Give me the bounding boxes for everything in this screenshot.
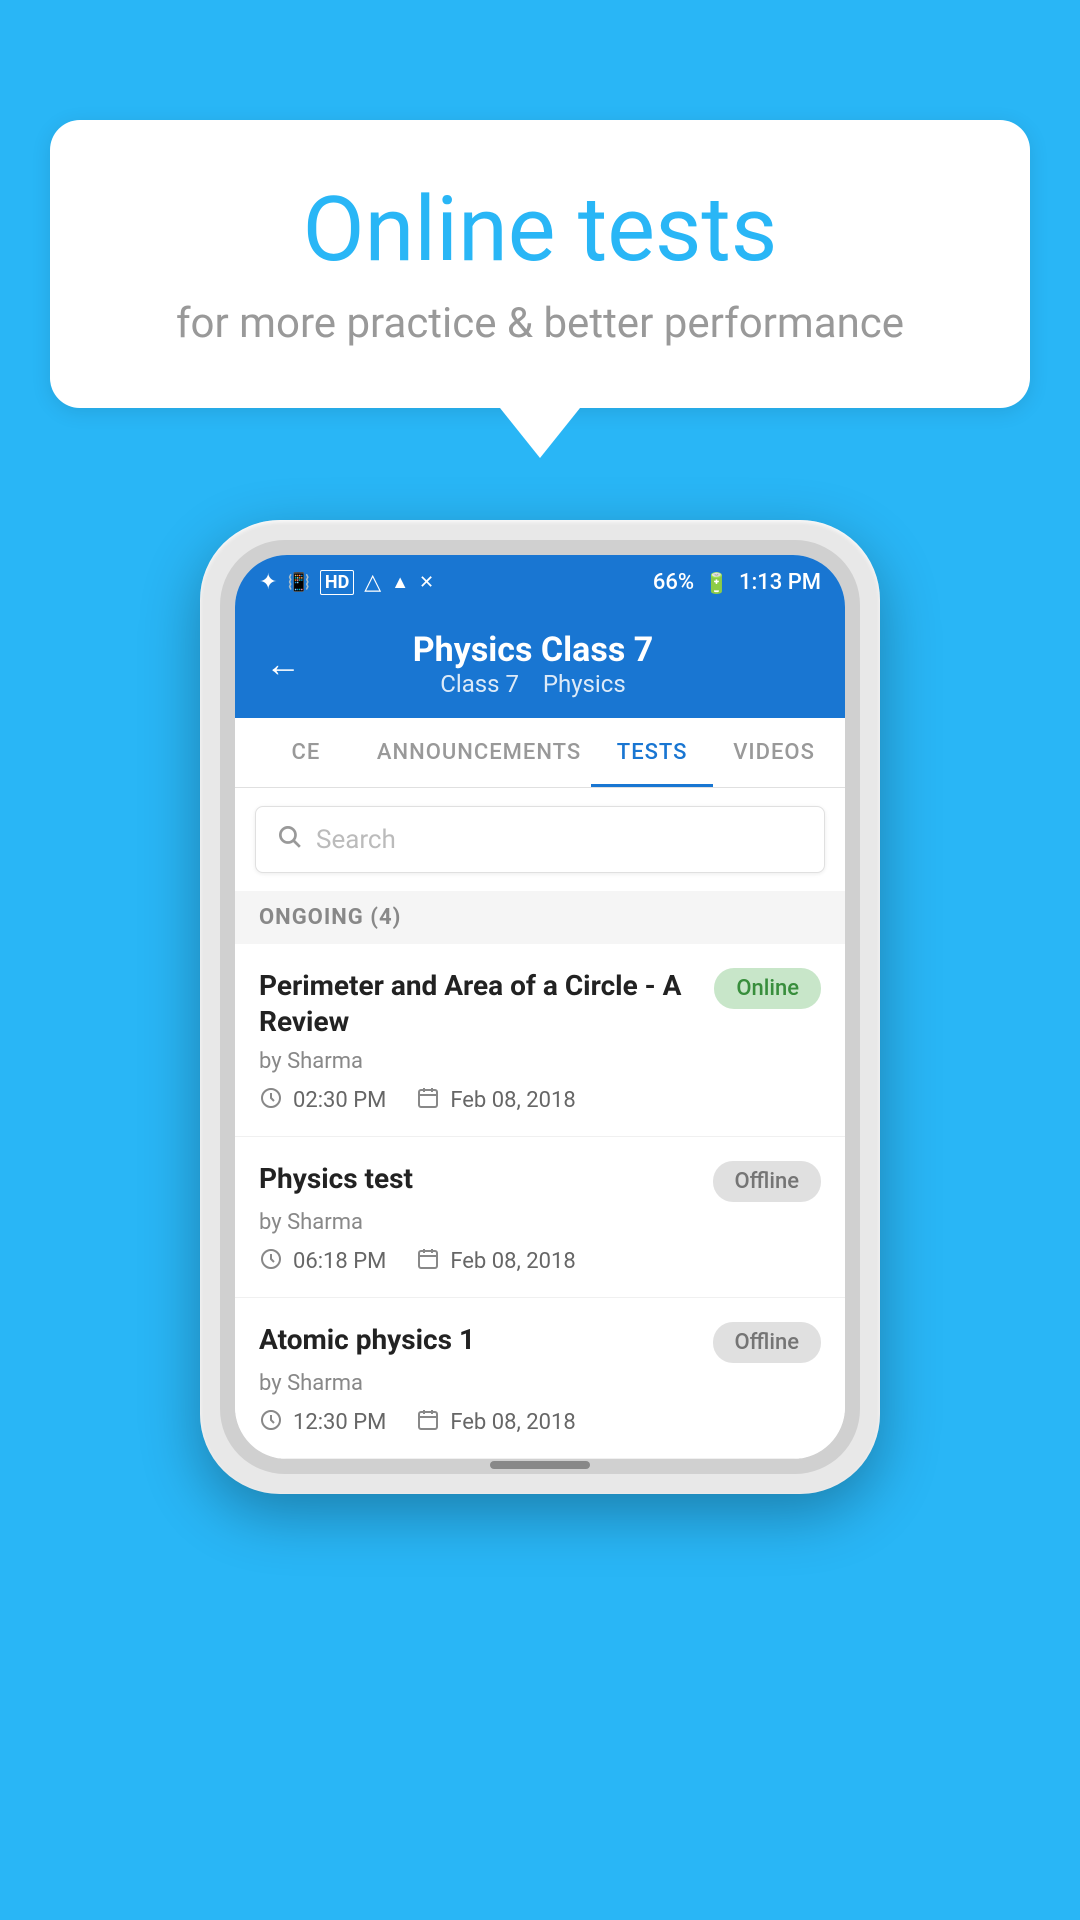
time-display: 1:13 PM bbox=[739, 570, 821, 595]
test-time: 02:30 PM bbox=[293, 1088, 386, 1113]
search-bar[interactable]: Search bbox=[255, 806, 825, 873]
calendar-icon bbox=[416, 1086, 440, 1116]
test-time: 12:30 PM bbox=[293, 1410, 386, 1435]
test-meta: 06:18 PM bbox=[259, 1247, 821, 1277]
test-date: Feb 08, 2018 bbox=[450, 1249, 575, 1274]
tab-videos[interactable]: VIDEOS bbox=[713, 718, 835, 787]
test-author: by Sharma bbox=[259, 1210, 821, 1235]
test-meta: 02:30 PM bbox=[259, 1086, 821, 1116]
bluetooth-icon: ✦ bbox=[259, 570, 277, 595]
app-bar-title-container: Physics Class 7 Class 7 Physics bbox=[321, 630, 745, 698]
no-signal-icon: ✕ bbox=[419, 572, 434, 593]
test-item[interactable]: Physics test Offline by Sharma bbox=[235, 1137, 845, 1298]
section-header-ongoing: ONGOING (4) bbox=[235, 891, 845, 944]
test-item-header: Atomic physics 1 Offline bbox=[259, 1322, 821, 1363]
status-badge-offline: Offline bbox=[713, 1161, 821, 1202]
clock-icon bbox=[259, 1086, 283, 1116]
date-meta: Feb 08, 2018 bbox=[416, 1408, 575, 1438]
promo-section: Online tests for more practice & better … bbox=[50, 120, 1030, 458]
tab-ce[interactable]: CE bbox=[245, 718, 367, 787]
test-date: Feb 08, 2018 bbox=[450, 1088, 575, 1113]
bubble-title: Online tests bbox=[130, 180, 950, 279]
test-title: Physics test bbox=[259, 1161, 697, 1197]
phone-inner: ✦ 📳 HD △ ▲ ✕ 6 bbox=[220, 540, 860, 1474]
status-bar: ✦ 📳 HD △ ▲ ✕ 6 bbox=[235, 555, 845, 610]
time-meta: 02:30 PM bbox=[259, 1086, 386, 1116]
tab-tests[interactable]: TESTS bbox=[591, 718, 713, 787]
status-bar-right: 66% 🔋 1:13 PM bbox=[653, 570, 821, 595]
calendar-icon bbox=[416, 1408, 440, 1438]
test-item-header: Perimeter and Area of a Circle - A Revie… bbox=[259, 968, 821, 1041]
speech-bubble: Online tests for more practice & better … bbox=[50, 120, 1030, 408]
status-badge-online: Online bbox=[714, 968, 821, 1009]
date-meta: Feb 08, 2018 bbox=[416, 1247, 575, 1277]
clock-icon bbox=[259, 1408, 283, 1438]
phone-mockup: ✦ 📳 HD △ ▲ ✕ 6 bbox=[200, 520, 880, 1494]
screen-content: ✦ 📳 HD △ ▲ ✕ 6 bbox=[235, 555, 845, 1459]
test-item-header: Physics test Offline bbox=[259, 1161, 821, 1202]
phone-outer: ✦ 📳 HD △ ▲ ✕ 6 bbox=[200, 520, 880, 1494]
tab-announcements[interactable]: ANNOUNCEMENTS bbox=[367, 718, 591, 787]
app-bar-subtitle: Class 7 Physics bbox=[321, 670, 745, 698]
subtitle-class: Class 7 bbox=[440, 670, 519, 698]
tab-bar: CE ANNOUNCEMENTS TESTS VIDEOS bbox=[235, 718, 845, 788]
bubble-arrow bbox=[500, 408, 580, 458]
date-meta: Feb 08, 2018 bbox=[416, 1086, 575, 1116]
search-placeholder: Search bbox=[316, 825, 396, 855]
calendar-icon bbox=[416, 1247, 440, 1277]
test-meta: 12:30 PM bbox=[259, 1408, 821, 1438]
time-meta: 12:30 PM bbox=[259, 1408, 386, 1438]
status-bar-left: ✦ 📳 HD △ ▲ ✕ bbox=[259, 570, 641, 595]
test-item[interactable]: Perimeter and Area of a Circle - A Revie… bbox=[235, 944, 845, 1137]
status-badge-offline: Offline bbox=[713, 1322, 821, 1363]
phone-screen: ✦ 📳 HD △ ▲ ✕ 6 bbox=[235, 555, 845, 1459]
subtitle-subject: Physics bbox=[543, 670, 626, 698]
clock-icon bbox=[259, 1247, 283, 1277]
bubble-subtitle: for more practice & better performance bbox=[130, 299, 950, 348]
app-bar: ← Physics Class 7 Class 7 Physics bbox=[235, 610, 845, 718]
test-title: Atomic physics 1 bbox=[259, 1322, 697, 1358]
battery-percent: 66% bbox=[653, 570, 694, 595]
wifi-icon: △ bbox=[364, 570, 381, 595]
test-date: Feb 08, 2018 bbox=[450, 1410, 575, 1435]
battery-icon: 🔋 bbox=[704, 571, 729, 595]
test-time: 06:18 PM bbox=[293, 1249, 386, 1274]
signal-icon: ▲ bbox=[391, 572, 409, 593]
test-author: by Sharma bbox=[259, 1049, 821, 1074]
test-title: Perimeter and Area of a Circle - A Revie… bbox=[259, 968, 698, 1041]
search-icon bbox=[276, 823, 302, 856]
hd-label: HD bbox=[320, 570, 354, 595]
back-button[interactable]: ← bbox=[265, 643, 301, 685]
app-bar-title: Physics Class 7 bbox=[321, 630, 745, 670]
vibrate-icon: 📳 bbox=[287, 572, 309, 593]
test-item[interactable]: Atomic physics 1 Offline by Sharma bbox=[235, 1298, 845, 1459]
search-container: Search bbox=[235, 788, 845, 891]
home-indicator bbox=[490, 1461, 590, 1469]
test-author: by Sharma bbox=[259, 1371, 821, 1396]
time-meta: 06:18 PM bbox=[259, 1247, 386, 1277]
